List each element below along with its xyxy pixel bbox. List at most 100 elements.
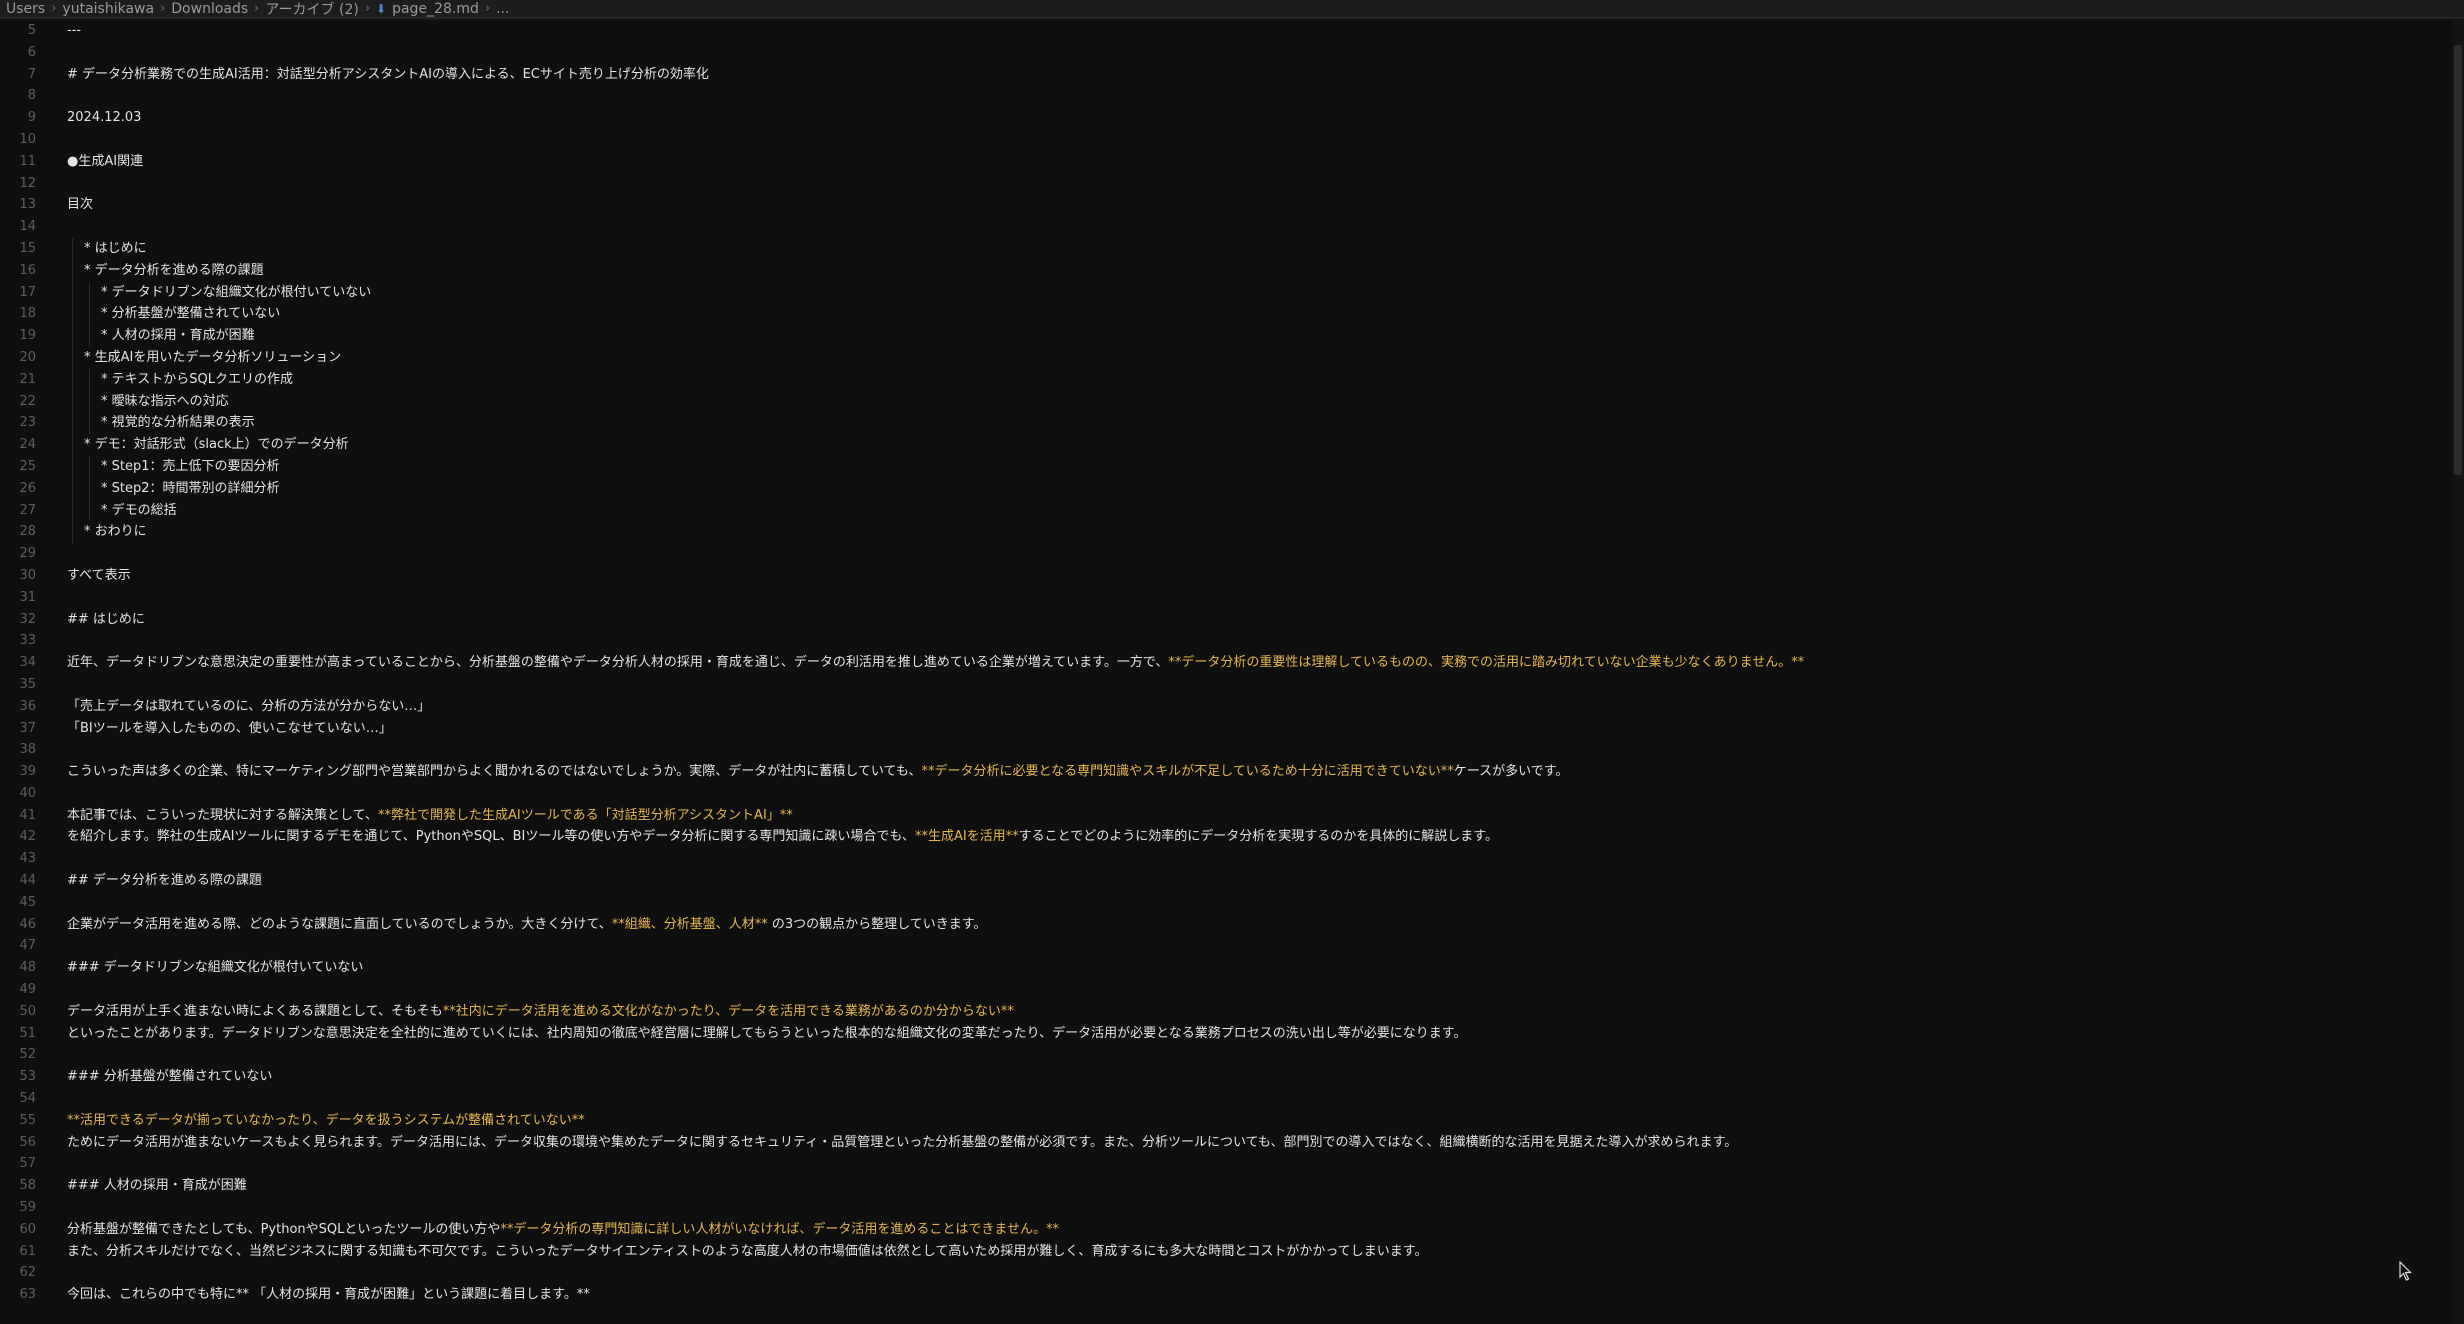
indent-guide (72, 390, 73, 413)
line-number: 22 (19, 393, 36, 409)
breadcrumb-item[interactable]: ... (496, 1, 509, 17)
line-text: また、分析スキルだけでなく、当然ビジネスに関する知識も不可欠です。こういったデー… (67, 1241, 1427, 1263)
line-number: 21 (19, 371, 36, 387)
line-text: * Step1：売上低下の要因分析 (101, 456, 280, 478)
plain-text: * 分析基盤が整備されていない (101, 306, 281, 322)
scrollbar-thumb[interactable] (2454, 45, 2462, 475)
line-text: * テキストからSQLクエリの作成 (101, 369, 293, 391)
line-number: 45 (19, 894, 36, 910)
plain-text: * 視覚的な分析結果の表示 (101, 415, 255, 431)
indent-guide (72, 325, 73, 347)
line-text: * データ分析を進める際の課題 (84, 260, 264, 282)
line-number: 51 (19, 1025, 36, 1041)
line-number: 56 (19, 1134, 36, 1150)
breadcrumb-item[interactable]: Users (6, 1, 45, 17)
line-number: 6 (27, 44, 36, 60)
line-number: 48 (19, 960, 36, 976)
line-text: * データドリブンな組織文化が根付いていない (101, 282, 371, 304)
plain-text: データ活用が上手く進まない時によくある課題として、そもそも (67, 1003, 443, 1019)
breadcrumb-item[interactable]: page_28.md (392, 1, 479, 17)
plain-text: * 人材の採用・育成が困難 (101, 328, 255, 344)
plain-text: 今回は、これらの中でも特に** 「人材の採用・育成が困難」という課題に着目します… (67, 1287, 590, 1303)
plain-text: * デモ：対話形式（slack上）でのデータ分析 (84, 437, 349, 453)
line-number: 61 (19, 1243, 36, 1259)
line-number: 13 (19, 197, 36, 213)
mouse-pointer-icon (2399, 1261, 2412, 1281)
plain-text: * 曖昧な指示への対応 (101, 393, 229, 409)
line-number: 30 (19, 567, 36, 583)
plain-text: ●生成AI関連 (67, 153, 144, 169)
plain-text: 企業がデータ活用を進める際、どのような課題に直面しているのでしょうか。大きく分け… (67, 916, 612, 932)
line-number: 58 (19, 1178, 36, 1194)
breadcrumb-separator-icon: › (254, 1, 260, 16)
plain-text: * Step1：売上低下の要因分析 (101, 458, 280, 474)
breadcrumb-item[interactable]: yutaishikawa (62, 1, 154, 17)
line-text: 目次 (67, 194, 93, 216)
breadcrumb: Users › yutaishikawa › Downloads › アーカイブ (2) › ⬇… (0, 0, 2464, 18)
line-text: 分析基盤が整備できたとしても、PythonやSQLといったツールの使い方や**デ… (67, 1219, 1059, 1241)
line-number: 36 (19, 698, 36, 714)
indent-guide (72, 346, 73, 369)
plain-text: ## データ分析を進める際の課題 (67, 873, 262, 889)
line-number: 43 (19, 851, 36, 867)
line-text: 「売上データは取れているのに、分析の方法が分からない…」 (67, 696, 430, 718)
editor-pane[interactable]: 5 --- 6 7 # データ分析業務での生成AI活用：対話型分析アシスタントAIの導入… (0, 20, 2464, 1324)
plain-text: といったことがあります。データドリブンな意思決定を全社的に進めていくには、社内周… (67, 1025, 1467, 1041)
plain-text: ### 分析基盤が整備されていない (67, 1069, 273, 1085)
plain-text: 本記事では、こういった現状に対する解決策として、 (67, 807, 378, 823)
line-text: を紹介します。弊社の生成AIツールに関するデモを通じて、PythonやSQL、B… (67, 826, 1498, 848)
breadcrumb-item[interactable]: Downloads (171, 1, 248, 17)
line-number: 55 (19, 1112, 36, 1128)
breadcrumb-separator-icon: › (364, 1, 371, 16)
indent-guide (72, 455, 73, 478)
plain-text: 「BIツールを導入したものの、使いこなせていない…」 (67, 720, 392, 736)
indent-guide (72, 477, 73, 500)
line-text: ●生成AI関連 (67, 151, 143, 173)
line-number: 10 (19, 131, 36, 147)
line-number: 18 (19, 306, 36, 322)
plain-text: 「売上データは取れているのに、分析の方法が分からない…」 (67, 698, 431, 714)
line-number: 44 (19, 873, 36, 889)
indent-guide (89, 325, 90, 347)
bold-text: **組織、分析基盤、人材** (611, 916, 768, 932)
line-number: 63 (19, 1287, 36, 1303)
line-text: 「BIツールを導入したものの、使いこなせていない…」 (67, 718, 392, 740)
vertical-scrollbar[interactable] (2452, 20, 2464, 1324)
line-number: 57 (19, 1156, 36, 1172)
breadcrumb-item[interactable]: アーカイブ (2) (265, 0, 358, 19)
line-text: データ活用が上手く進まない時によくある課題として、そもそも**社内にデータ活用を… (67, 1001, 1014, 1023)
line-number: 49 (19, 982, 36, 998)
line-number: 14 (19, 219, 36, 235)
line-number: 40 (19, 785, 36, 801)
bold-text: **データ分析の専門知識に詳しい人材がいなければ、データ活用を進めることはできま… (500, 1221, 1059, 1237)
bold-text: **活用できるデータが揃っていなかったり、データを扱うシステムが整備されていない… (67, 1112, 585, 1128)
plain-text: ### データドリブンな組織文化が根付いていない (67, 960, 364, 976)
line-text: * 生成AIを用いたデータ分析ソリューション (84, 347, 341, 369)
line-number: 34 (19, 655, 36, 671)
plain-text: * はじめに (84, 240, 147, 256)
line-text: 企業がデータ活用を進める際、どのような課題に直面しているのでしょうか。大きく分け… (67, 914, 986, 936)
line-text: **活用できるデータが揃っていなかったり、データを扱うシステムが整備されていない… (67, 1110, 585, 1132)
indent-guide (89, 390, 90, 413)
indent-guide (72, 303, 73, 326)
indent-guide (89, 455, 90, 478)
line-number: 28 (19, 524, 36, 540)
line-number: 19 (19, 328, 36, 344)
line-number: 47 (19, 938, 36, 954)
line-number: 26 (19, 480, 36, 496)
plain-text: * データ分析を進める際の課題 (84, 262, 264, 278)
line-number: 17 (19, 284, 36, 300)
line-number: 15 (19, 240, 36, 256)
line-number: 50 (19, 1003, 36, 1019)
line-text: ためにデータ活用が進まないケースもよく見られます。データ活用には、データ収集の環… (67, 1132, 1737, 1154)
line-text: ### 分析基盤が整備されていない (67, 1066, 272, 1088)
line-number: 52 (19, 1047, 36, 1063)
line-text: --- (67, 20, 81, 42)
line-number: 23 (19, 415, 36, 431)
indent-guide (72, 368, 73, 391)
plain-text: * データドリブンな組織文化が根付いていない (101, 284, 372, 300)
line-text: ## データ分析を進める際の課題 (67, 870, 262, 892)
indent-guide (72, 259, 73, 282)
indent-guide (72, 434, 73, 456)
indent-guide (72, 237, 73, 260)
